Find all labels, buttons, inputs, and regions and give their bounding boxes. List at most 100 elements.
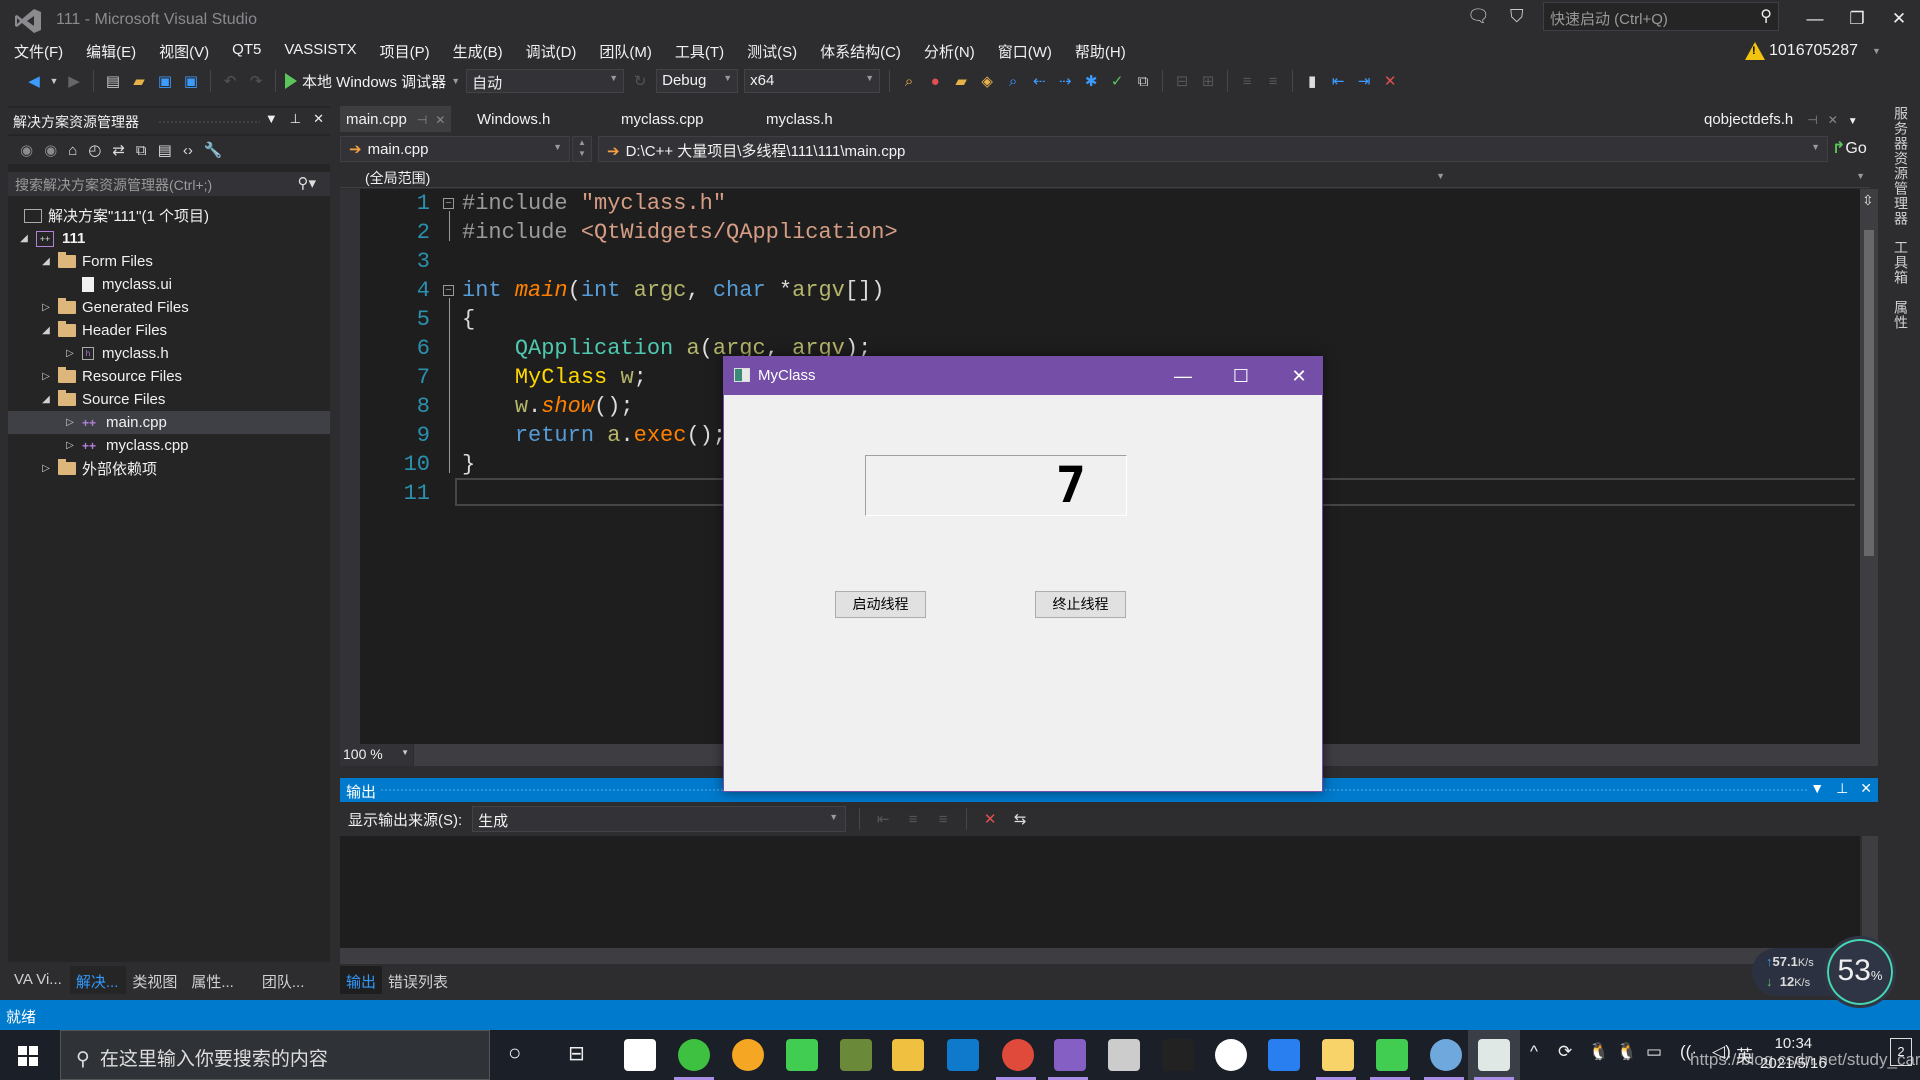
- start-thread-button[interactable]: 启动线程: [835, 591, 926, 618]
- bookmark-icon[interactable]: ▮: [1302, 71, 1322, 91]
- left-panel-tab[interactable]: 属性...: [185, 966, 256, 994]
- chrome-icon[interactable]: [1002, 1039, 1034, 1071]
- expander-icon[interactable]: ◢: [40, 256, 52, 267]
- drag-handle[interactable]: [158, 120, 260, 124]
- menu-item[interactable]: 测试(S): [733, 40, 806, 62]
- qq-tray-icon[interactable]: 🐧: [1588, 1042, 1609, 1062]
- solution-search-input[interactable]: 搜索解决方案资源管理器(Ctrl+;) ⚲▾: [8, 172, 330, 196]
- forward-icon[interactable]: ▶: [64, 71, 84, 91]
- expander-icon[interactable]: ◢: [40, 394, 52, 405]
- show-hidden-icons[interactable]: ^: [1530, 1042, 1538, 1062]
- pin-icon[interactable]: ⊣: [417, 113, 427, 127]
- feishu-icon[interactable]: [1268, 1039, 1300, 1071]
- qt-creator-icon[interactable]: [786, 1039, 818, 1071]
- pin-icon[interactable]: ⊣: [1807, 113, 1817, 127]
- chevron-down-icon[interactable]: ▼: [265, 111, 278, 127]
- word-wrap-icon[interactable]: ⇆: [1010, 809, 1030, 829]
- tree-item[interactable]: ◢ Header Files: [8, 319, 330, 342]
- left-panel-tab[interactable]: 解决...: [69, 966, 127, 994]
- tree-item[interactable]: ◢ ++ 111: [8, 227, 330, 250]
- collapse-icon[interactable]: −: [443, 198, 454, 209]
- expander-icon[interactable]: ▷: [40, 463, 52, 474]
- menu-item[interactable]: 视图(V): [145, 40, 218, 62]
- menu-item[interactable]: QT5: [218, 40, 270, 62]
- scope-dropdown[interactable]: (全局范围) ▼ ▼: [340, 166, 1870, 188]
- sync-tray-icon[interactable]: ⟳: [1558, 1042, 1572, 1062]
- tree-item[interactable]: ◢ Source Files: [8, 388, 330, 411]
- chevron-down-icon[interactable]: ▼: [1810, 780, 1824, 797]
- taskbar-search-input[interactable]: ⚲ 在这里输入你要搜索的内容: [60, 1030, 490, 1080]
- pending-changes-icon[interactable]: ◴: [88, 141, 101, 159]
- visual-studio-icon[interactable]: [1054, 1039, 1086, 1071]
- outdent-icon[interactable]: ⊞: [1198, 71, 1218, 91]
- back-icon[interactable]: ◉: [20, 141, 33, 159]
- tree-item[interactable]: ◢ Form Files: [8, 250, 330, 273]
- sync-icon[interactable]: ⇄: [112, 141, 125, 159]
- restore-button[interactable]: ❐: [1837, 4, 1877, 34]
- myclass-title-bar[interactable]: MyClass — ☐ ✕: [724, 357, 1322, 395]
- output-content[interactable]: [340, 836, 1860, 948]
- navigate-forward-icon[interactable]: ⇢: [1055, 71, 1075, 91]
- previous-message-icon[interactable]: ≡: [903, 809, 923, 829]
- close-icon[interactable]: ✕: [435, 113, 445, 127]
- previous-bookmark-icon[interactable]: ⇤: [1328, 71, 1348, 91]
- menu-item[interactable]: 项目(P): [366, 40, 439, 62]
- navigate-back-icon[interactable]: ⇠: [1029, 71, 1049, 91]
- qt-designer-icon[interactable]: ▰: [951, 71, 971, 91]
- quick-launch-input[interactable]: 快速启动 (Ctrl+Q) ⚲: [1543, 2, 1779, 31]
- uncomment-icon[interactable]: ≡: [1263, 71, 1283, 91]
- filter-icon[interactable]: ⛉: [1510, 6, 1524, 27]
- close-icon[interactable]: ✕: [1828, 113, 1838, 127]
- close-icon[interactable]: ✕: [313, 111, 324, 127]
- collapse-icon[interactable]: −: [443, 285, 454, 296]
- qt-tools-icon[interactable]: ●: [925, 71, 945, 91]
- expander-icon[interactable]: ▷: [40, 371, 52, 382]
- output-source-dropdown[interactable]: 生成 ▼: [472, 806, 847, 832]
- menu-item[interactable]: 团队(M): [585, 40, 661, 62]
- menu-item[interactable]: 生成(B): [439, 40, 512, 62]
- qt-linguist-icon[interactable]: ◈: [977, 71, 997, 91]
- open-file-icon[interactable]: ▰: [129, 71, 149, 91]
- forward-icon[interactable]: ◉: [44, 141, 57, 159]
- open-corresponding-icon[interactable]: ⧉: [1133, 71, 1153, 91]
- menu-item[interactable]: 编辑(E): [72, 40, 145, 62]
- find-message-icon[interactable]: ⇤: [873, 809, 893, 829]
- show-all-files-icon[interactable]: ▤: [158, 141, 172, 159]
- output-vertical-scrollbar[interactable]: [1862, 836, 1878, 948]
- music-app-icon[interactable]: [1215, 1039, 1247, 1071]
- battery-icon[interactable]: ▭: [1646, 1042, 1662, 1062]
- view-code-icon[interactable]: ‹›: [183, 142, 193, 159]
- solution-config-dropdown[interactable]: 自动 ▼: [466, 69, 625, 93]
- zoom-dropdown[interactable]: 100 % ▼: [340, 744, 414, 766]
- menu-item[interactable]: 分析(N): [910, 40, 984, 62]
- chevron-down-icon[interactable]: ▼: [50, 71, 59, 91]
- tree-item[interactable]: myclass.ui: [8, 273, 330, 296]
- menu-item[interactable]: 工具(T): [661, 40, 733, 62]
- tree-item[interactable]: ▷ Generated Files: [8, 296, 330, 319]
- go-button[interactable]: ↱Go: [1832, 138, 1867, 158]
- start-debugging-button[interactable]: 本地 Windows 调试器 ▼: [285, 71, 460, 92]
- split-window-icon[interactable]: ⇳: [1862, 192, 1874, 209]
- menu-item[interactable]: 文件(F): [0, 40, 72, 62]
- tab-myclass-h[interactable]: myclass.h: [760, 106, 839, 132]
- left-panel-tab[interactable]: 类视图: [126, 966, 185, 994]
- kugou-icon[interactable]: [1322, 1039, 1354, 1071]
- file-explorer-icon[interactable]: [892, 1039, 924, 1071]
- microsoft-store-icon[interactable]: [624, 1039, 656, 1071]
- tab-properties[interactable]: 属性: [1891, 300, 1911, 330]
- next-message-icon[interactable]: ≡: [933, 809, 953, 829]
- tab-server-explorer[interactable]: 服务器资源管理器: [1891, 106, 1911, 226]
- tab-myclass-cpp[interactable]: myclass.cpp: [615, 106, 710, 132]
- find-symbol-icon[interactable]: ⌕: [1003, 71, 1023, 91]
- task-view-icon[interactable]: ⊟: [568, 1041, 585, 1066]
- weather-app-icon[interactable]: [732, 1039, 764, 1071]
- menu-item[interactable]: 帮助(H): [1061, 40, 1135, 62]
- configuration-dropdown[interactable]: Debug ▼: [656, 69, 739, 93]
- path-dropdown[interactable]: ➔ D:\C++ 大量项目\多线程\111\111\main.cpp ▼: [598, 136, 1828, 162]
- undo-icon[interactable]: ↶: [220, 71, 240, 91]
- scrollbar-thumb[interactable]: [1864, 230, 1874, 556]
- expander-icon[interactable]: ◢: [40, 325, 52, 336]
- close-icon[interactable]: ✕: [1860, 780, 1872, 797]
- menu-item[interactable]: 窗口(W): [984, 40, 1061, 62]
- new-project-icon[interactable]: ▤: [103, 71, 123, 91]
